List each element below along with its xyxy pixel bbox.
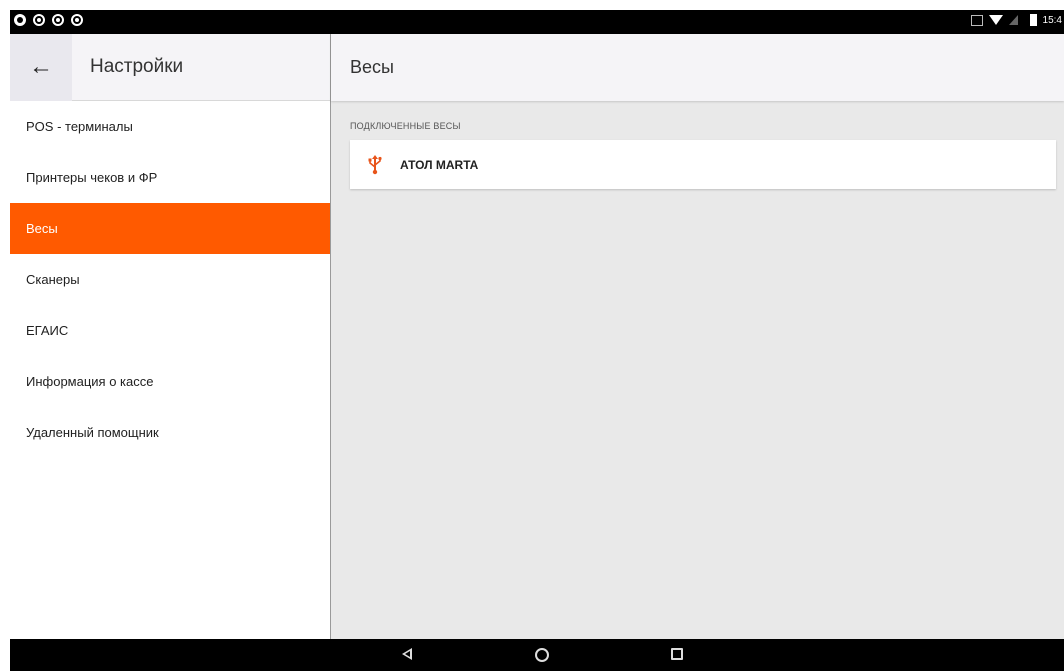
navigation-bar [10, 639, 1064, 671]
status-right-icons: 15:4 [970, 14, 1062, 26]
menu-item-label: Сканеры [26, 272, 80, 287]
status-left-icons [14, 14, 83, 26]
settings-menu: POS - терминалы Принтеры чеков и ФР Весы… [10, 101, 330, 458]
nav-recents-icon[interactable] [671, 648, 683, 660]
detail-header: Весы [331, 34, 1064, 101]
device-item[interactable]: АТОЛ MARTA [350, 140, 1056, 189]
detail-title: Весы [350, 57, 394, 77]
signal-icon [1008, 15, 1018, 25]
record-icon [33, 14, 45, 26]
nav-back-icon[interactable] [402, 648, 412, 660]
status-time: 15:4 [1042, 14, 1062, 26]
device-name: АТОЛ MARTA [400, 157, 479, 172]
menu-item-remote-assistant[interactable]: Удаленный помощник [10, 407, 330, 458]
menu-item-label: Удаленный помощник [26, 425, 159, 440]
battery-icon [1029, 14, 1037, 26]
settings-header: ← Настройки [10, 33, 330, 101]
status-bar: 15:4 [10, 10, 1064, 34]
settings-panel: ← Настройки POS - терминалы Принтеры чек… [10, 33, 330, 639]
menu-item-pos-terminals[interactable]: POS - терминалы [10, 101, 330, 152]
usb-icon [368, 154, 382, 174]
menu-item-label: POS - терминалы [26, 119, 133, 134]
menu-item-egais[interactable]: ЕГАИС [10, 305, 330, 356]
wifi-icon [988, 15, 1003, 25]
menu-item-scanners[interactable]: Сканеры [10, 254, 330, 305]
menu-item-label: Принтеры чеков и ФР [26, 170, 158, 185]
menu-item-label: ЕГАИС [26, 323, 69, 338]
menu-item-cashbox-info[interactable]: Информация о кассе [10, 356, 330, 407]
back-button[interactable]: ← [10, 33, 72, 101]
record-icon [71, 14, 83, 26]
cast-icon [970, 14, 983, 26]
settings-title: Настройки [90, 56, 184, 77]
menu-item-label: Весы [26, 221, 58, 236]
section-label: ПОДКЛЮЧЕННЫЕ ВЕСЫ [350, 121, 461, 131]
record-icon [52, 14, 64, 26]
detail-panel: Весы ПОДКЛЮЧЕННЫЕ ВЕСЫ АТОЛ MARTA [331, 34, 1064, 639]
gear-icon [14, 14, 26, 26]
back-arrow-icon: ← [29, 53, 53, 80]
menu-item-label: Информация о кассе [26, 374, 154, 389]
menu-item-scales[interactable]: Весы [10, 203, 330, 254]
nav-home-icon[interactable] [535, 648, 549, 662]
menu-item-receipt-printers[interactable]: Принтеры чеков и ФР [10, 152, 330, 203]
